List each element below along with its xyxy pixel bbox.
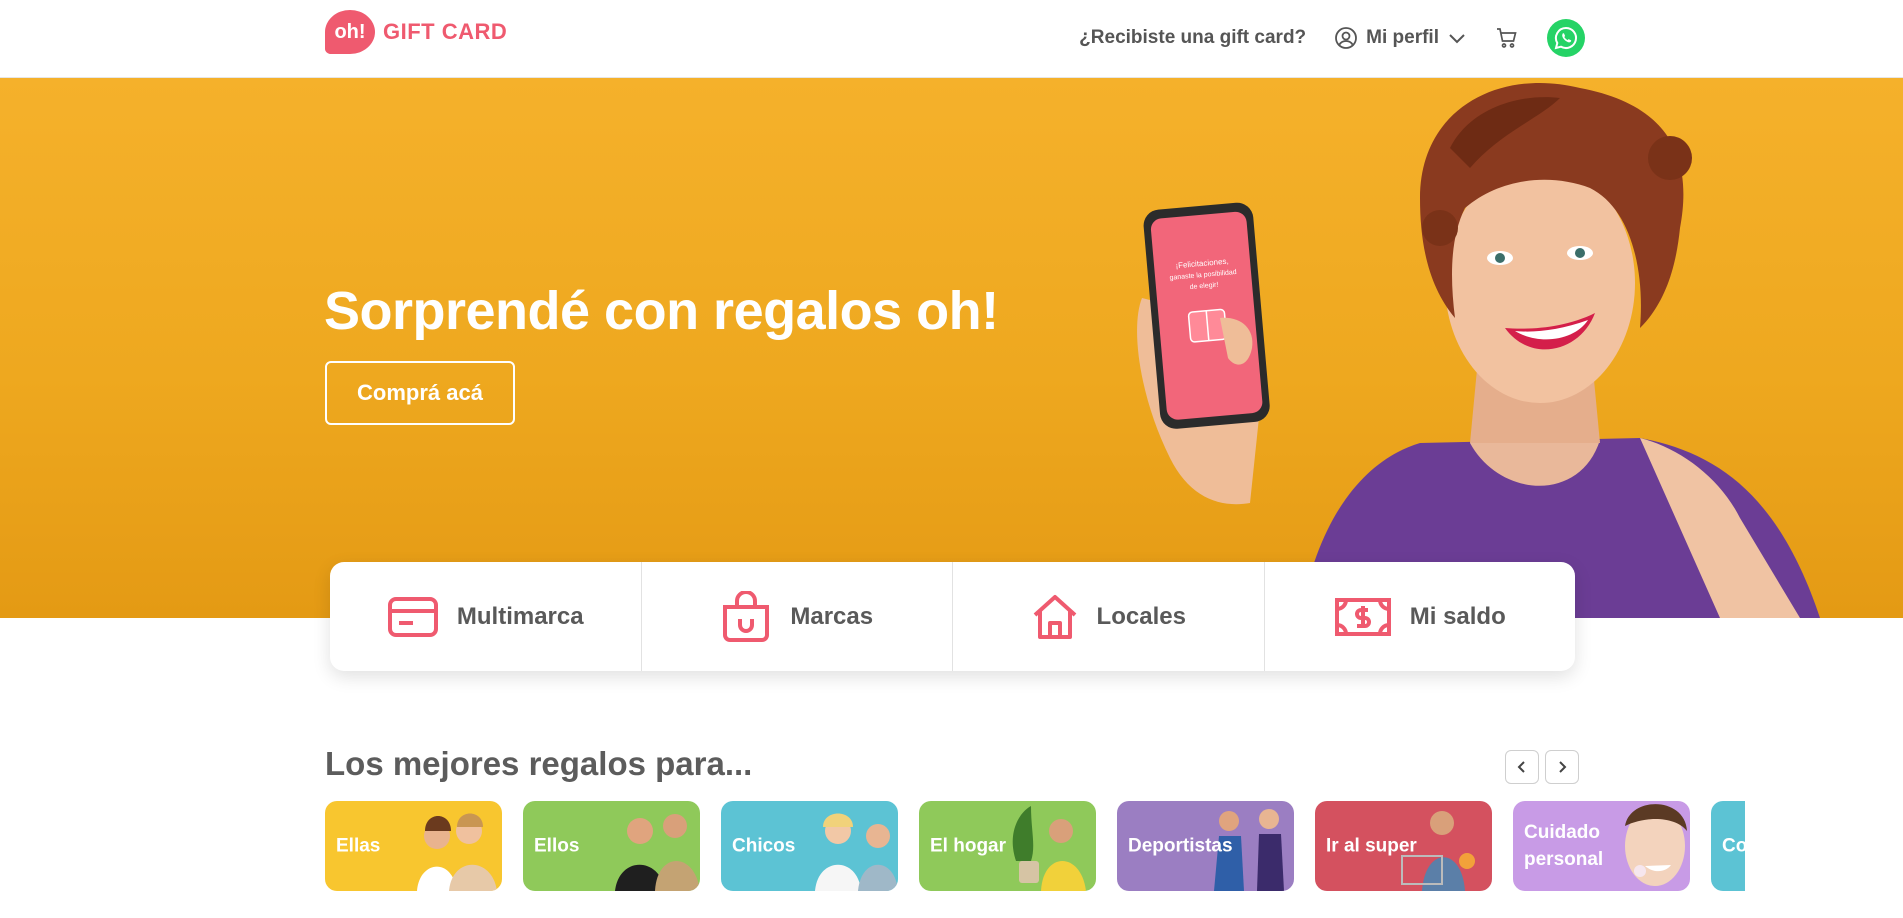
money-icon: [1334, 597, 1392, 637]
top-nav: ¿Recibiste una gift card? Mi perfil: [1079, 18, 1585, 58]
category-card-ellas[interactable]: Ellas: [325, 801, 502, 891]
logo-text: GIFT CARD: [383, 19, 508, 44]
category-label: El hogar: [930, 835, 1007, 857]
carousel-next-button[interactable]: [1545, 750, 1579, 784]
profile-menu[interactable]: Mi perfil: [1334, 26, 1467, 50]
carousel-prev-button[interactable]: [1505, 750, 1539, 784]
category-label: Deportistas: [1128, 835, 1233, 857]
buy-here-button[interactable]: Comprá acá: [325, 361, 515, 425]
quick-actions-bar: Multimarca Marcas Locales Mi saldo: [330, 562, 1575, 671]
category-card-deportistas[interactable]: Deportistas: [1117, 801, 1294, 891]
category-label: Ellas: [336, 835, 381, 857]
chevron-down-icon: [1447, 28, 1467, 48]
user-icon: [1334, 26, 1358, 50]
site-header: oh! GIFT CARD ¿Recibiste una gift card? …: [0, 0, 1903, 78]
category-card-ir-al-super[interactable]: Ir al super: [1315, 801, 1492, 891]
shopping-bag-icon: [720, 590, 772, 643]
hero-woman-with-phone-image: ¡Felicitaciones, ganaste la posibilidad …: [1137, 82, 1820, 618]
category-card-el-hogar[interactable]: El hogar: [919, 801, 1096, 891]
whatsapp-icon: [1554, 26, 1578, 50]
quick-action-multimarca[interactable]: Multimarca: [330, 562, 642, 671]
chevron-left-icon: [1517, 761, 1525, 773]
received-gift-card-link[interactable]: ¿Recibiste una gift card?: [1079, 27, 1306, 49]
category-label: Cuidado personal: [1524, 822, 1604, 870]
quick-action-label: Marcas: [790, 602, 874, 630]
category-label: Ellos: [534, 835, 580, 857]
section-title: Los mejores regalos para...: [325, 745, 753, 782]
quick-action-marcas[interactable]: Marcas: [642, 562, 953, 671]
category-card-ellos[interactable]: Ellos: [523, 801, 700, 891]
category-label: Co: [1722, 835, 1745, 857]
category-card-partial[interactable]: Co: [1711, 801, 1745, 891]
hero-title: Sorprendé con regalos oh!: [324, 281, 999, 341]
category-label: Ir al super: [1326, 835, 1417, 857]
category-card-chicos[interactable]: Chicos: [721, 801, 898, 891]
quick-action-label: Locales: [1096, 602, 1186, 630]
hero-banner: Sorprendé con regalos oh! Comprá acá ¡Fe…: [0, 78, 1903, 618]
profile-label: Mi perfil: [1366, 27, 1439, 48]
category-label: Chicos: [732, 835, 796, 857]
chevron-right-icon: [1559, 761, 1567, 773]
quick-action-label: Mi saldo: [1409, 602, 1506, 630]
category-card-cuidado-personal[interactable]: Cuidado personal: [1513, 801, 1690, 891]
logo[interactable]: oh! GIFT CARD: [325, 10, 507, 54]
card-icon: [387, 596, 439, 638]
quick-action-label: Multimarca: [456, 602, 584, 630]
category-carousel: Ellas Ellos Chicos El hogar Deportistas …: [325, 801, 1745, 891]
quick-action-locales[interactable]: Locales: [953, 562, 1265, 671]
logo-badge: oh!: [325, 10, 375, 54]
house-icon: [1031, 593, 1079, 641]
quick-action-mi-saldo[interactable]: Mi saldo: [1265, 562, 1576, 671]
cart-icon[interactable]: [1495, 26, 1519, 50]
whatsapp-button[interactable]: [1547, 19, 1585, 57]
